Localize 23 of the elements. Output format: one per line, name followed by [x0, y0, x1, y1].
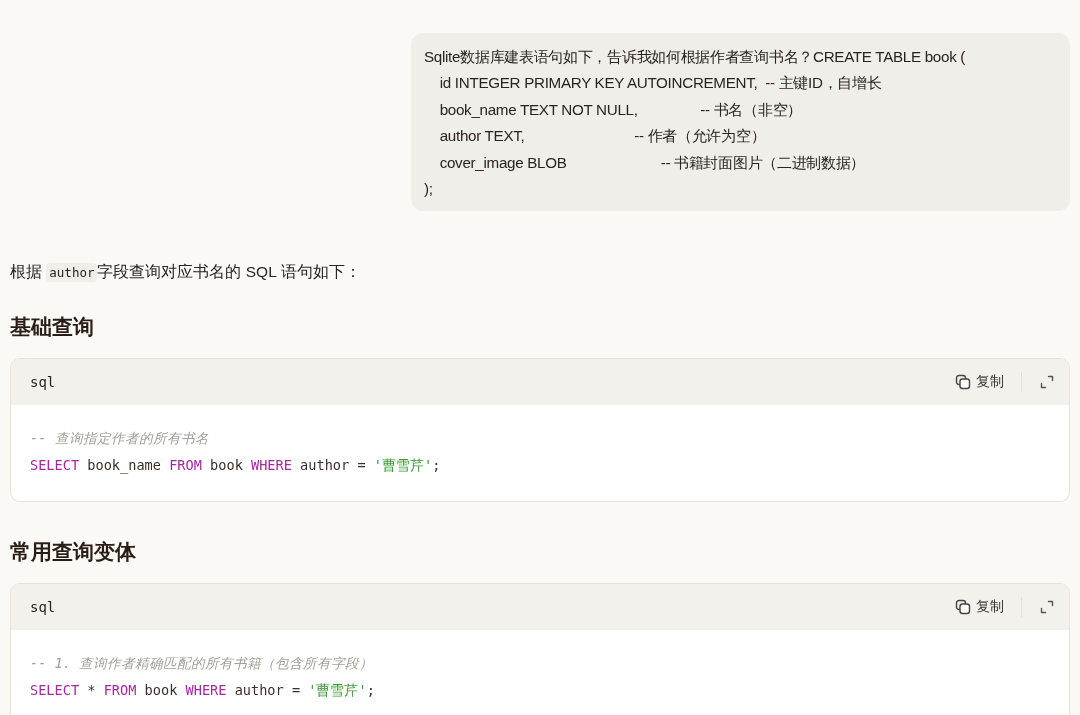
language-label: sql [30, 374, 57, 391]
message-line: author TEXT, -- 作者（允许为空） [438, 126, 767, 147]
code-line: SELECT book_name FROM book WHERE author = '曹雪芹'; [30, 456, 442, 476]
code-line: SELECT * FROM book WHERE author = '曹雪芹'; [30, 681, 376, 701]
language-label: sql [30, 599, 57, 616]
message-line: ); [424, 179, 434, 200]
copy-icon [955, 599, 971, 616]
expand-icon [1039, 599, 1055, 616]
copy-icon [955, 374, 971, 391]
section-heading: 常用查询变体 [10, 539, 137, 567]
message-line: book_name TEXT NOT NULL, -- 书名（非空） [438, 99, 803, 120]
section-heading: 基础查询 [10, 314, 95, 342]
message-line: cover_image BLOB -- 书籍封面图片（二进制数据） [438, 152, 867, 173]
code-line: -- 1. 查询作者精确匹配的所有书籍（包含所有字段） [30, 654, 375, 674]
code-line: -- 查询指定作者的所有书名 [30, 429, 210, 449]
message-line: id INTEGER PRIMARY KEY AUTOINCREMENT, -- 主键ID，自增长 [438, 73, 883, 94]
copy-button[interactable]: 复制 [955, 373, 1004, 392]
expand-button[interactable] [1039, 599, 1055, 616]
expand-button[interactable] [1039, 374, 1055, 391]
expand-icon [1039, 374, 1055, 391]
copy-button[interactable]: 复制 [955, 598, 1004, 617]
answer-paragraph: 根据 author 字段查询对应书名的 SQL 语句如下： [10, 262, 362, 285]
message-line: Sqlite数据库建表语句如下，告诉我如何根据作者查询书名？CREATE TABLE book ( [424, 47, 967, 67]
